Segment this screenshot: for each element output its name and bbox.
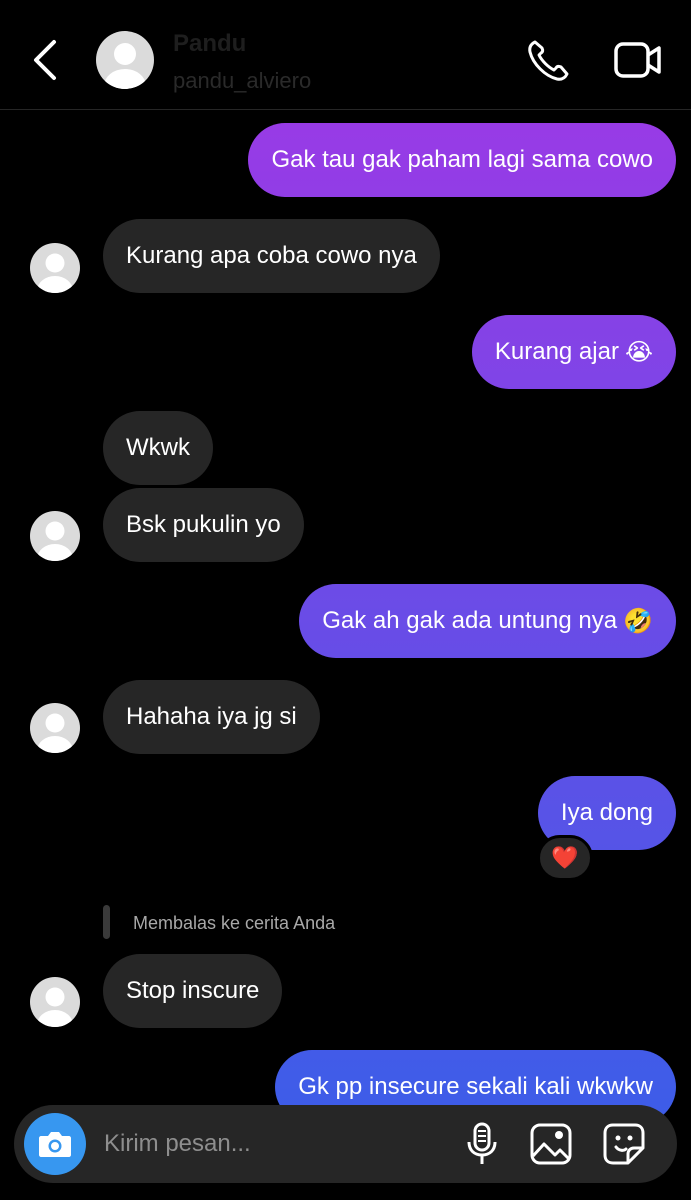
sender-avatar[interactable] xyxy=(30,703,80,753)
outgoing-message-bubble[interactable]: Gak ah gak ada untung nya 🤣 xyxy=(299,584,676,658)
message-text: Stop inscure xyxy=(126,977,260,1004)
message-text: Gk pp insecure sekali kali wkwkw xyxy=(298,1073,653,1100)
emoji: 🤣 xyxy=(623,607,653,635)
sender-avatar[interactable] xyxy=(30,243,80,293)
phone-icon[interactable] xyxy=(525,38,571,84)
contact-avatar[interactable] xyxy=(96,31,154,89)
incoming-message-bubble[interactable]: Kurang apa coba cowo nya xyxy=(103,219,440,293)
emoji: 😭 xyxy=(624,338,653,366)
message-text: Gak tau gak paham lagi sama cowo xyxy=(271,146,653,173)
video-camera-icon[interactable] xyxy=(613,40,663,80)
chat-header: Pandu pandu_alviero xyxy=(0,0,691,110)
message-composer: Kirim pesan... xyxy=(14,1105,677,1183)
contact-username[interactable]: pandu_alviero xyxy=(173,68,311,94)
default-avatar-icon xyxy=(104,43,146,89)
incoming-message-bubble[interactable]: Stop inscure xyxy=(103,954,283,1028)
message-text: Hahaha iya jg si xyxy=(126,703,297,730)
incoming-message-bubble[interactable]: Bsk pukulin yo xyxy=(103,488,304,562)
message-text: Wkwk xyxy=(126,434,190,461)
contact-name[interactable]: Pandu xyxy=(173,30,246,58)
sender-avatar[interactable] xyxy=(30,977,80,1027)
reply-indicator-bar xyxy=(103,905,110,939)
default-avatar-icon xyxy=(37,253,73,293)
camera-button[interactable] xyxy=(24,1113,86,1175)
heart-reaction[interactable]: ❤️ xyxy=(537,835,593,881)
message-input[interactable]: Kirim pesan... xyxy=(104,1105,251,1183)
heart-icon: ❤️ xyxy=(551,845,579,870)
incoming-message-bubble[interactable]: Hahaha iya jg si xyxy=(103,680,320,754)
message-text: Iya dong xyxy=(560,799,653,826)
chevron-left-icon[interactable] xyxy=(28,38,62,82)
default-avatar-icon xyxy=(37,521,73,561)
reply-label[interactable]: Membalas ke cerita Anda xyxy=(133,913,335,934)
default-avatar-icon xyxy=(37,987,73,1027)
microphone-icon[interactable] xyxy=(460,1122,504,1166)
incoming-message-bubble[interactable]: Wkwk xyxy=(103,411,213,485)
camera-icon xyxy=(39,1132,71,1157)
sticker-icon[interactable] xyxy=(602,1122,646,1166)
sender-avatar[interactable] xyxy=(30,511,80,561)
outgoing-message-bubble[interactable]: Kurang ajar 😭 xyxy=(471,315,676,389)
message-text: Kurang ajar xyxy=(494,338,619,365)
message-text: Kurang apa coba cowo nya xyxy=(126,242,417,269)
message-text: Gak ah gak ada untung nya xyxy=(322,607,618,634)
default-avatar-icon xyxy=(37,713,73,753)
message-text: Bsk pukulin yo xyxy=(126,511,281,538)
image-icon[interactable] xyxy=(529,1122,573,1166)
outgoing-message-bubble[interactable]: Gak tau gak paham lagi sama cowo xyxy=(248,123,676,197)
